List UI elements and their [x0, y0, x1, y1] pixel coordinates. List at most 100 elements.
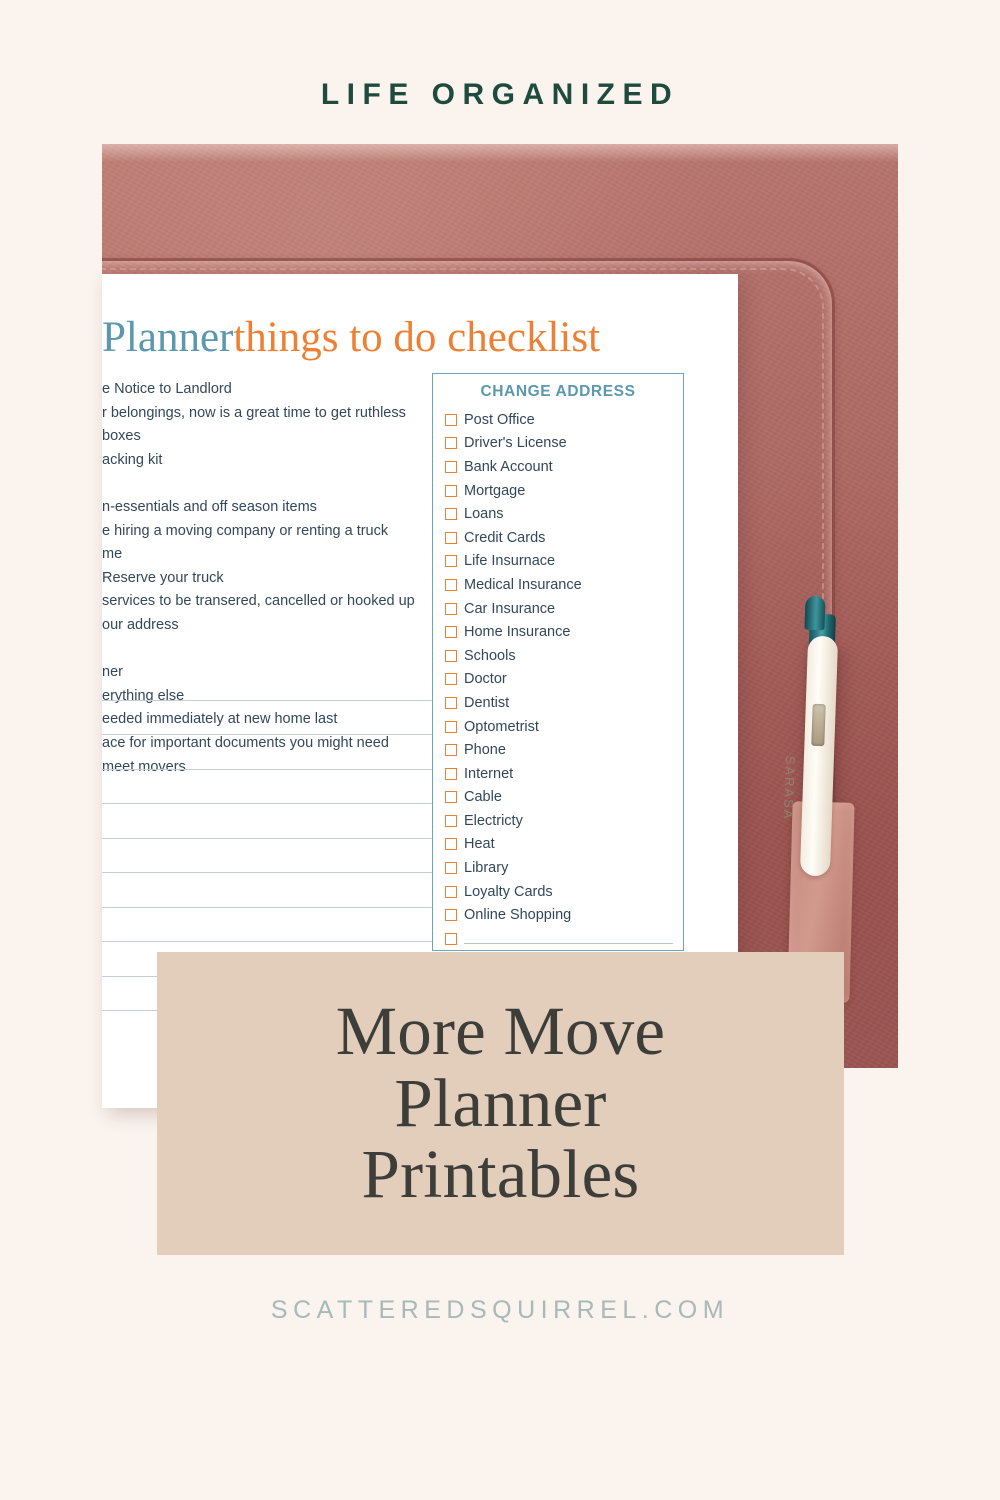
change-address-item[interactable]: Doctor: [445, 668, 683, 692]
checkbox-icon[interactable]: [445, 602, 457, 615]
write-in-line: [102, 770, 480, 804]
pen-tip: [804, 595, 826, 631]
change-address-item[interactable]: Credit Cards: [445, 526, 683, 550]
change-address-item-label: Medical Insurance: [464, 576, 582, 593]
todo-item: r belongings, now is a great time to get…: [102, 404, 406, 421]
change-address-item-label: Electricty: [464, 812, 523, 829]
change-address-item[interactable]: Medical Insurance: [445, 573, 683, 597]
checkbox-icon[interactable]: [445, 437, 457, 450]
change-address-item-label: Driver's License: [464, 435, 567, 452]
checkbox-icon[interactable]: [445, 932, 457, 945]
change-address-item-label: Life Insurnace: [464, 553, 556, 570]
change-address-item-label: Post Office: [464, 411, 535, 428]
change-address-item[interactable]: Library: [445, 856, 683, 880]
checkbox-icon[interactable]: [445, 508, 457, 521]
checkbox-icon[interactable]: [445, 720, 457, 733]
change-address-item-label: Optometrist: [464, 718, 539, 735]
checkbox-icon[interactable]: [445, 696, 457, 709]
write-in-line: [102, 804, 480, 839]
change-address-item[interactable]: Driver's License: [445, 432, 683, 456]
change-address-item-label: Mortgage: [464, 482, 526, 499]
change-address-item[interactable]: Electricty: [445, 809, 683, 833]
checkbox-icon[interactable]: [445, 649, 457, 662]
printable-title-primary: Planner: [102, 314, 234, 361]
checkbox-icon[interactable]: [445, 838, 457, 851]
overlay-title-line-1: More Move: [335, 992, 666, 1069]
checkbox-icon[interactable]: [445, 413, 457, 426]
checkbox-icon[interactable]: [445, 531, 457, 544]
change-address-item[interactable]: Online Shopping: [445, 903, 683, 927]
checkbox-icon[interactable]: [445, 484, 457, 497]
change-address-item[interactable]: Bank Account: [445, 455, 683, 479]
overlay-title: More Move Planner Printables: [335, 992, 666, 1213]
write-in-line: [102, 839, 480, 873]
todo-item: boxes: [102, 428, 141, 445]
todo-item: our address: [102, 616, 179, 633]
overlay-title-line-2: Planner: [394, 1064, 607, 1141]
change-address-item[interactable]: Dentist: [445, 691, 683, 715]
change-address-item[interactable]: Heat: [445, 833, 683, 857]
change-address-item-label: Bank Account: [464, 458, 553, 475]
printable-title-secondary: things to do checklist: [233, 314, 601, 361]
change-address-item[interactable]: Cable: [445, 786, 683, 810]
change-address-blank-item[interactable]: [445, 927, 683, 951]
change-address-panel: CHANGE ADDRESS Post Office Driver's Licen…: [432, 373, 684, 969]
photo-top-highlight: [102, 144, 898, 162]
write-in-line: [102, 908, 480, 942]
change-address-item[interactable]: Loans: [445, 502, 683, 526]
write-in-line: [102, 873, 480, 908]
checkbox-icon[interactable]: [445, 555, 457, 568]
change-address-item-label: Loyalty Cards: [464, 883, 553, 900]
todo-item: Reserve your truck: [102, 569, 224, 586]
todo-item: e hiring a moving company or renting a t…: [102, 522, 389, 539]
change-address-item[interactable]: Mortgage: [445, 479, 683, 503]
blank-write-line: [464, 942, 673, 944]
change-address-item[interactable]: Car Insurance: [445, 597, 683, 621]
checkbox-icon[interactable]: [445, 767, 457, 780]
change-address-item[interactable]: Post Office: [445, 408, 683, 432]
pen-clip-slot: [811, 703, 826, 747]
change-address-item[interactable]: Loyalty Cards: [445, 880, 683, 904]
change-address-item[interactable]: Home Insurance: [445, 620, 683, 644]
change-address-title: CHANGE ADDRESS: [480, 383, 636, 400]
overlay-title-line-3: Printables: [361, 1136, 640, 1213]
change-address-item-label: Online Shopping: [464, 907, 572, 924]
change-address-item[interactable]: Phone: [445, 738, 683, 762]
checkbox-icon[interactable]: [445, 814, 457, 827]
checkbox-icon[interactable]: [445, 862, 457, 875]
change-address-item[interactable]: Schools: [445, 644, 683, 668]
checkbox-icon[interactable]: [445, 909, 457, 922]
write-in-line: [102, 701, 480, 735]
change-address-list: Post Office Driver's License Bank Account M…: [433, 408, 683, 974]
change-address-item-label: Car Insurance: [464, 600, 556, 617]
todo-item: n-essentials and off season items: [102, 498, 317, 515]
checkbox-icon[interactable]: [445, 791, 457, 804]
todo-item: acking kit: [102, 451, 163, 468]
eyebrow-heading: LIFE ORGANIZED: [320, 78, 680, 111]
write-in-line: [102, 666, 480, 701]
change-address-item[interactable]: Life Insurnace: [445, 550, 683, 574]
checkbox-icon[interactable]: [445, 626, 457, 639]
change-address-item-label: Library: [464, 860, 509, 877]
change-address-item-label: Credit Cards: [464, 529, 546, 546]
checkbox-icon[interactable]: [445, 460, 457, 473]
change-address-item[interactable]: Optometrist: [445, 715, 683, 739]
change-address-item-label: Internet: [464, 765, 514, 782]
change-address-item-label: Heat: [464, 836, 495, 853]
change-address-item-label: Loans: [464, 506, 504, 523]
change-address-item-label: Home Insurance: [464, 624, 571, 641]
checkbox-icon[interactable]: [445, 885, 457, 898]
pinterest-pin-graphic: LIFE ORGANIZED SARASA Plannerthings to d…: [0, 0, 1000, 1500]
change-address-item-label: Schools: [464, 647, 516, 664]
checkbox-icon[interactable]: [445, 744, 457, 757]
todo-item: services to be transered, cancelled or h…: [102, 593, 415, 610]
checkbox-icon[interactable]: [445, 578, 457, 591]
footer-website-url: SCATTEREDSQUIRREL.COM: [270, 1296, 730, 1324]
checkbox-icon[interactable]: [445, 673, 457, 686]
change-address-item-label: Dentist: [464, 694, 510, 711]
change-address-item-label: Cable: [464, 789, 502, 806]
write-in-line: [102, 735, 480, 770]
printable-title: Plannerthings to do checklist: [102, 316, 600, 359]
change-address-item[interactable]: Internet: [445, 762, 683, 786]
change-address-item-label: Doctor: [464, 671, 507, 688]
